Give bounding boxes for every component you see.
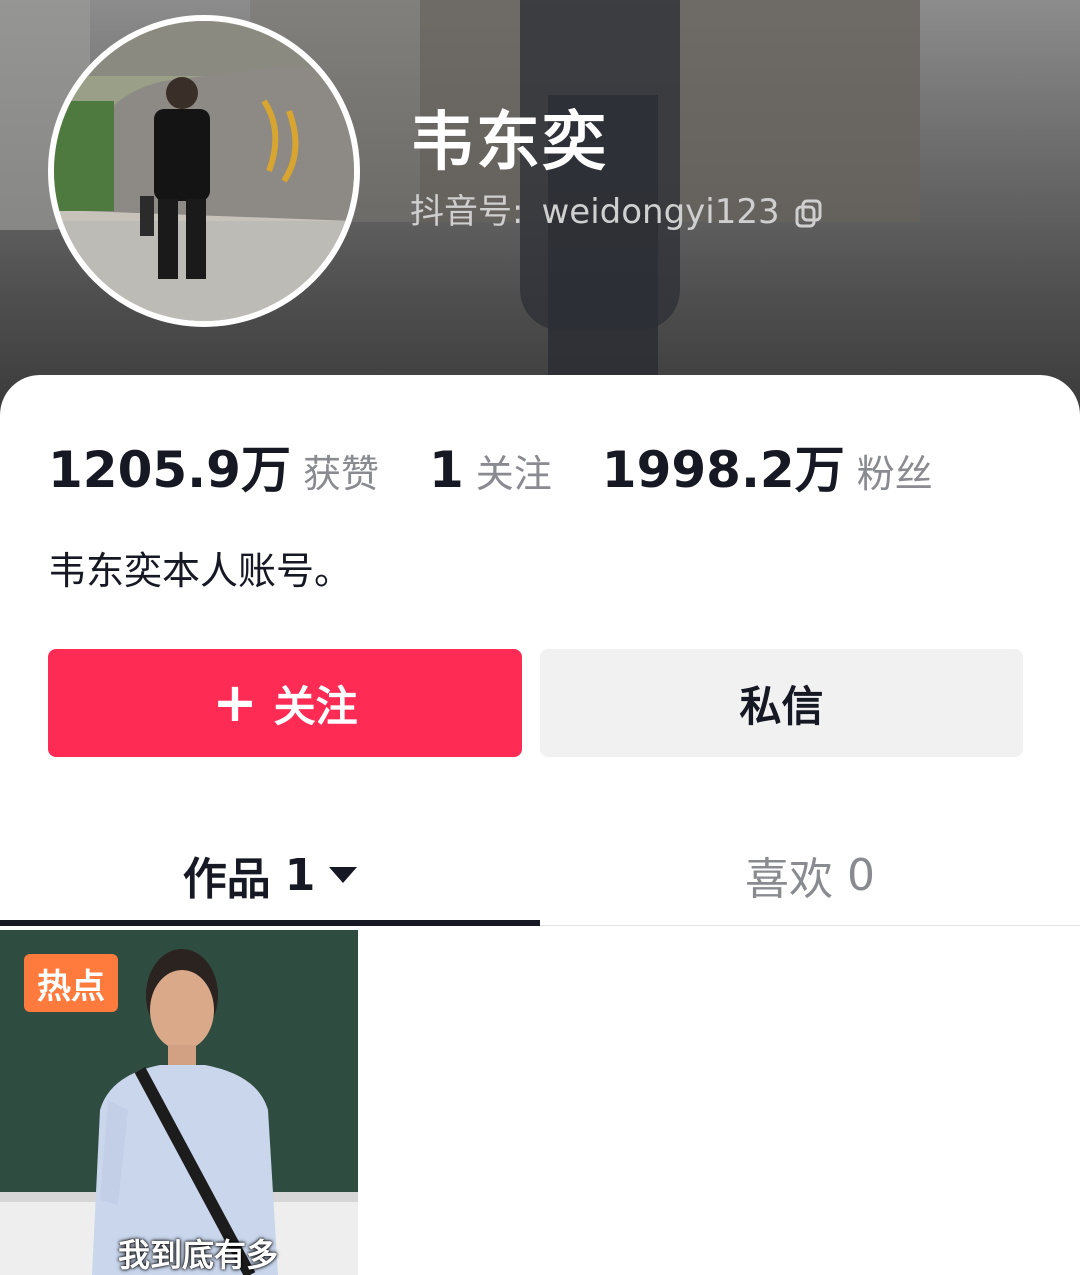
video-thumbnail[interactable]: 热点 我到底有多 — [0, 930, 358, 1275]
plus-icon: + — [212, 671, 258, 734]
douyin-id-row: 抖音号: weidongyi123 — [410, 192, 824, 233]
tab-likes-label: 喜欢 — [745, 854, 833, 905]
stat-likes[interactable]: 1205.9万 获赞 — [48, 430, 379, 502]
tab-likes-count: 0 — [847, 849, 875, 901]
avatar[interactable] — [48, 15, 360, 327]
copy-icon[interactable] — [794, 197, 824, 228]
hot-badge: 热点 — [24, 954, 118, 1012]
stat-following-value: 1 — [428, 441, 464, 499]
profile-card: 1205.9万 获赞 1 关注 1998.2万 粉丝 韦东奕本人账号。 + 关注… — [0, 375, 1080, 1275]
tab-active-indicator — [0, 920, 540, 926]
stat-following[interactable]: 1 关注 — [429, 441, 552, 499]
stat-likes-label: 获赞 — [302, 452, 379, 496]
stat-following-label: 关注 — [475, 452, 552, 496]
follow-button-label: 关注 — [273, 681, 358, 731]
stat-followers-value: 1998.2万 — [601, 441, 845, 499]
stat-followers[interactable]: 1998.2万 粉丝 — [602, 430, 933, 502]
video-caption: 我到底有多 — [118, 1236, 279, 1274]
display-name: 韦东奕 — [410, 106, 608, 180]
follow-button[interactable]: + 关注 — [48, 649, 522, 757]
bio-text: 韦东奕本人账号。 — [48, 549, 353, 593]
caret-down-icon[interactable] — [329, 867, 358, 883]
stat-likes-value: 1205.9万 — [48, 441, 291, 499]
tab-works-label: 作品 — [182, 854, 271, 905]
stat-followers-label: 粉丝 — [856, 452, 933, 496]
tab-likes[interactable]: 喜欢 0 — [540, 825, 1080, 925]
douyin-id-label: 抖音号: — [410, 192, 524, 232]
message-button-label: 私信 — [739, 681, 824, 731]
douyin-id-value: weidongyi123 — [541, 192, 780, 232]
tab-works-count: 1 — [284, 849, 316, 901]
avatar-photo — [54, 21, 354, 321]
message-button[interactable]: 私信 — [540, 649, 1023, 757]
tab-works[interactable]: 作品 1 — [0, 825, 540, 925]
stats-row: 1205.9万 获赞 1 关注 1998.2万 粉丝 — [48, 430, 983, 502]
content-tabs: 作品 1 喜欢 0 — [0, 825, 1080, 926]
